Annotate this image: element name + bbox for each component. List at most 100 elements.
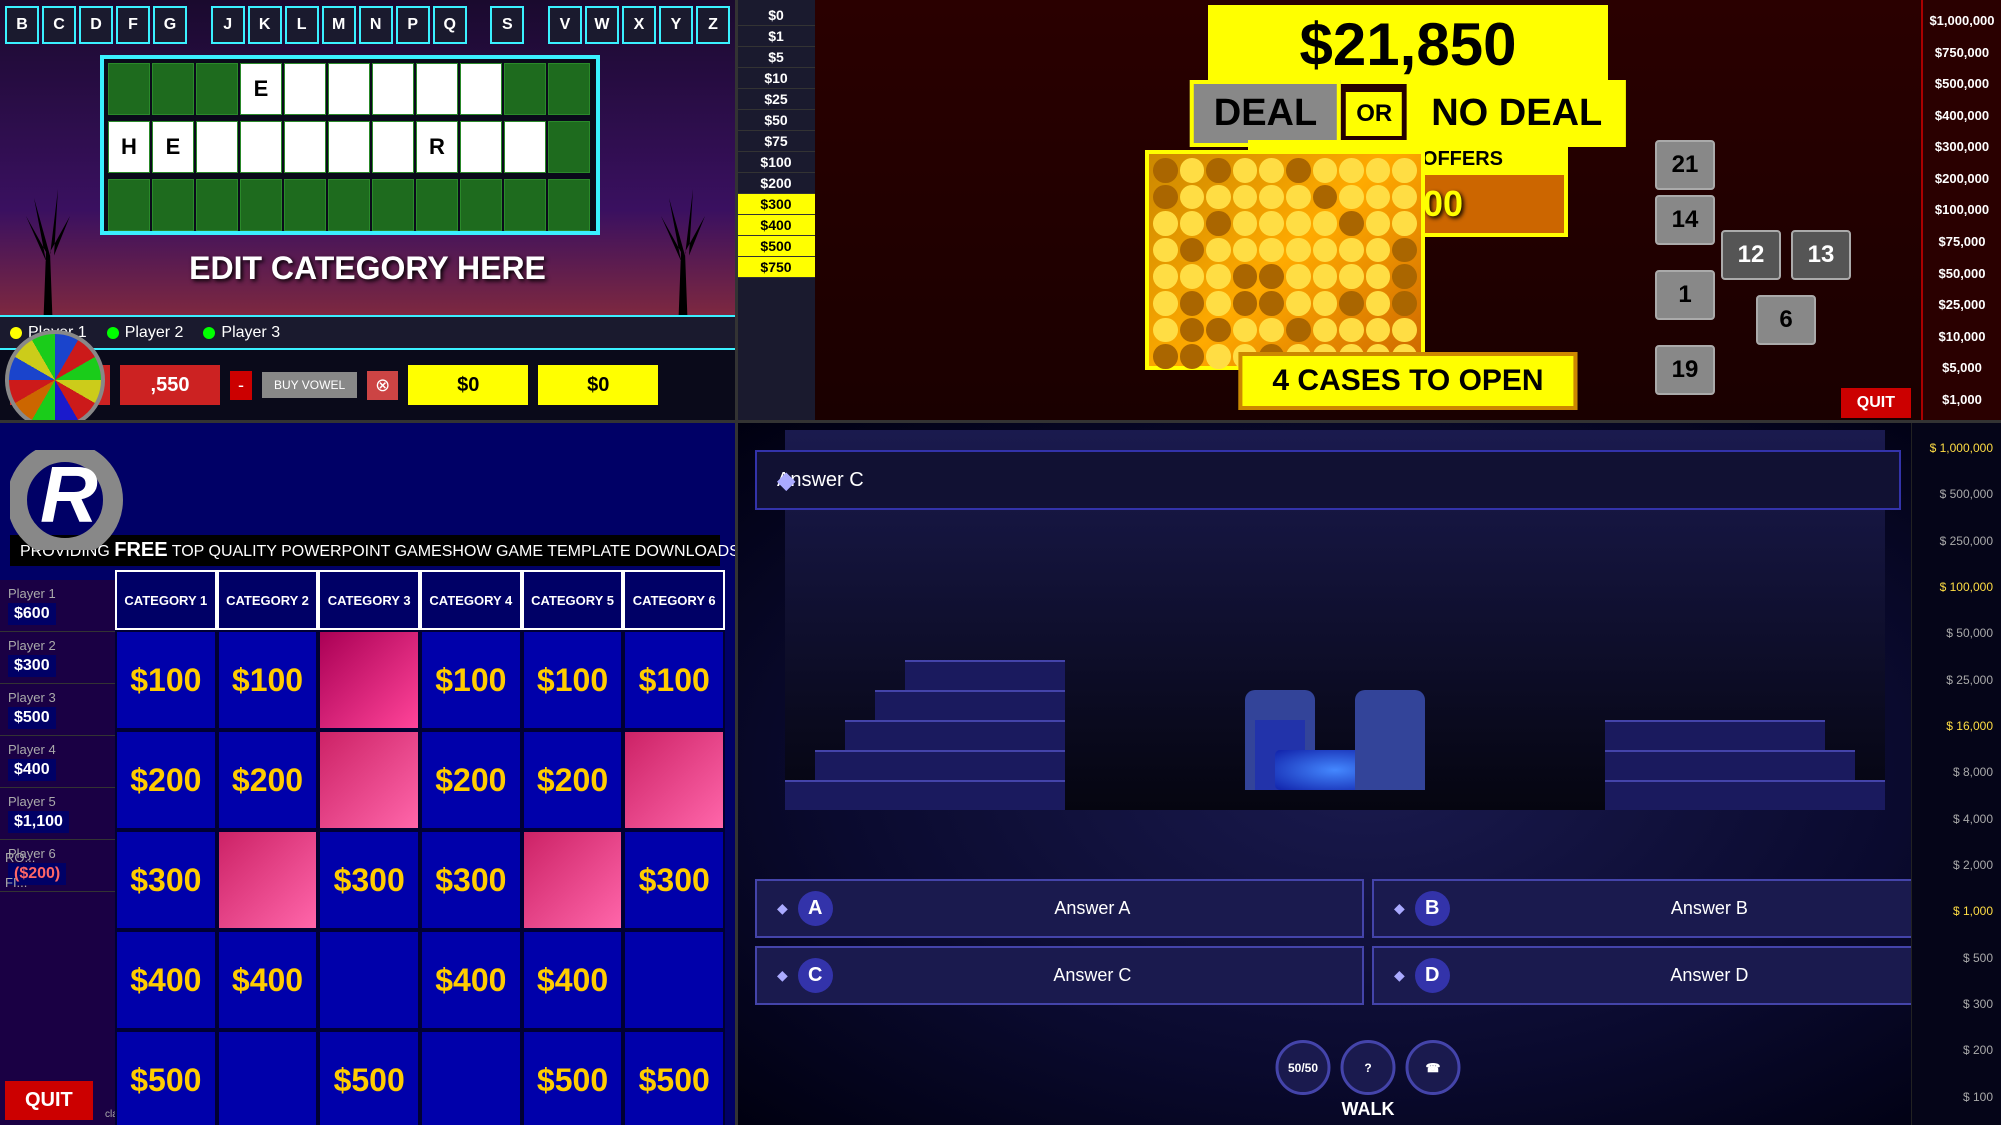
lifeline-phone-button[interactable]: ☎ xyxy=(1406,1040,1461,1095)
jep-category-2[interactable]: CATEGORY 2 xyxy=(217,570,319,630)
jep-cell-3-300[interactable]: $300 xyxy=(318,830,420,930)
board-tile[interactable]: E xyxy=(240,63,282,115)
jep-cell-5-300[interactable] xyxy=(522,830,624,930)
answer-d-box[interactable]: ◆ D Answer D xyxy=(1372,946,1981,1005)
board-tile[interactable]: H xyxy=(108,121,150,173)
score-minus-button[interactable]: - xyxy=(230,371,252,400)
board-tile[interactable] xyxy=(240,121,282,173)
jep-nav-ro[interactable]: RO... xyxy=(5,850,35,865)
board-tile[interactable] xyxy=(460,121,502,173)
jep-cell-6-200[interactable] xyxy=(623,730,725,830)
briefcase-1[interactable]: 1 xyxy=(1655,270,1715,320)
letter-tile[interactable]: Q xyxy=(433,6,467,44)
jeopardy-quit-button[interactable]: QUIT xyxy=(5,1081,93,1120)
letter-tile[interactable]: K xyxy=(248,6,282,44)
board-tile[interactable] xyxy=(152,179,194,231)
jep-cell-1-300[interactable]: $300 xyxy=(115,830,217,930)
jep-cell-4-300[interactable]: $300 xyxy=(420,830,522,930)
letter-tile[interactable]: W xyxy=(585,6,619,44)
board-tile[interactable] xyxy=(152,63,194,115)
jep-cell-6-100[interactable]: $100 xyxy=(623,630,725,730)
board-tile[interactable] xyxy=(416,63,458,115)
board-tile[interactable] xyxy=(108,179,150,231)
wof-category[interactable]: EDIT CATEGORY HERE xyxy=(0,250,735,287)
jep-category-5[interactable]: CATEGORY 5 xyxy=(522,570,624,630)
letter-tile[interactable]: C xyxy=(42,6,76,44)
board-tile[interactable] xyxy=(548,121,590,173)
briefcase-19[interactable]: 19 xyxy=(1655,345,1715,395)
jep-cell-5-500[interactable]: $500 xyxy=(522,1030,624,1125)
jep-cell-1-500[interactable]: $500 xyxy=(115,1030,217,1125)
briefcase-14[interactable]: 14 xyxy=(1655,195,1715,245)
jep-cell-3-500[interactable]: $500 xyxy=(318,1030,420,1125)
letter-tile[interactable]: G xyxy=(153,6,187,44)
board-tile[interactable] xyxy=(504,63,546,115)
jep-cell-6-500[interactable]: $500 xyxy=(623,1030,725,1125)
answer-a-box[interactable]: ◆ A Answer A xyxy=(755,879,1364,938)
jep-cell-1-400[interactable]: $400 xyxy=(115,930,217,1030)
board-tile[interactable] xyxy=(372,63,414,115)
jep-category-4[interactable]: CATEGORY 4 xyxy=(420,570,522,630)
letter-tile[interactable]: Y xyxy=(659,6,693,44)
jep-cell-3-100[interactable] xyxy=(318,630,420,730)
jep-cell-3-200[interactable] xyxy=(318,730,420,830)
jep-cell-4-500[interactable] xyxy=(420,1030,522,1125)
board-tile[interactable] xyxy=(328,63,370,115)
board-tile[interactable] xyxy=(548,179,590,231)
answer-c-box[interactable]: ◆ C Answer C xyxy=(755,946,1364,1005)
letter-tile[interactable]: N xyxy=(359,6,393,44)
board-tile[interactable] xyxy=(460,63,502,115)
jep-cell-3-400[interactable] xyxy=(318,930,420,1030)
letter-tile[interactable]: P xyxy=(396,6,430,44)
deal-button[interactable]: DEAL xyxy=(1190,80,1341,147)
answer-b-box[interactable]: ◆ B Answer B xyxy=(1372,879,1981,938)
board-tile[interactable] xyxy=(504,121,546,173)
jep-cell-1-200[interactable]: $200 xyxy=(115,730,217,830)
board-tile[interactable] xyxy=(504,179,546,231)
board-tile[interactable] xyxy=(196,121,238,173)
letter-tile[interactable]: B xyxy=(5,6,39,44)
board-tile[interactable] xyxy=(284,121,326,173)
board-tile[interactable] xyxy=(240,179,282,231)
board-tile[interactable] xyxy=(372,121,414,173)
letter-tile[interactable]: S xyxy=(490,6,524,44)
board-tile[interactable] xyxy=(284,63,326,115)
jep-cell-2-300[interactable] xyxy=(217,830,319,930)
jep-nav-fi[interactable]: FI... xyxy=(5,875,27,890)
letter-tile[interactable]: Z xyxy=(696,6,730,44)
jep-cell-4-400[interactable]: $400 xyxy=(420,930,522,1030)
buy-vowel-button[interactable]: BUY VOWEL xyxy=(262,372,357,398)
letter-tile[interactable]: M xyxy=(322,6,356,44)
briefcase-12[interactable]: 12 xyxy=(1721,230,1781,280)
board-tile[interactable] xyxy=(416,179,458,231)
score-minus2-button[interactable]: ⊗ xyxy=(367,371,398,400)
board-tile[interactable]: R xyxy=(416,121,458,173)
nodeal-button[interactable]: NO DEAL xyxy=(1407,80,1626,147)
dond-quit-button[interactable]: QUIT xyxy=(1841,388,1911,418)
jep-cell-6-400[interactable] xyxy=(623,930,725,1030)
jep-category-6[interactable]: CATEGORY 6 xyxy=(623,570,725,630)
jep-cell-5-400[interactable]: $400 xyxy=(522,930,624,1030)
letter-tile[interactable]: D xyxy=(79,6,113,44)
jep-cell-5-100[interactable]: $100 xyxy=(522,630,624,730)
jep-category-1[interactable]: CATEGORY 1 xyxy=(115,570,217,630)
jep-cell-2-100[interactable]: $100 xyxy=(217,630,319,730)
letter-tile[interactable]: J xyxy=(211,6,245,44)
jep-cell-2-400[interactable]: $400 xyxy=(217,930,319,1030)
board-tile[interactable] xyxy=(108,63,150,115)
letter-tile[interactable]: X xyxy=(622,6,656,44)
board-tile[interactable]: E xyxy=(152,121,194,173)
board-tile[interactable] xyxy=(328,179,370,231)
jep-category-3[interactable]: CATEGORY 3 xyxy=(318,570,420,630)
letter-tile[interactable]: L xyxy=(285,6,319,44)
board-tile[interactable] xyxy=(328,121,370,173)
board-tile[interactable] xyxy=(372,179,414,231)
board-tile[interactable] xyxy=(284,179,326,231)
jep-cell-4-200[interactable]: $200 xyxy=(420,730,522,830)
board-tile[interactable] xyxy=(548,63,590,115)
board-tile[interactable] xyxy=(196,179,238,231)
lifeline-5050-button[interactable]: 50/50 xyxy=(1276,1040,1331,1095)
jep-cell-1-100[interactable]: $100 xyxy=(115,630,217,730)
board-tile[interactable] xyxy=(460,179,502,231)
nav-right-arrow[interactable]: ◆ xyxy=(777,466,795,495)
